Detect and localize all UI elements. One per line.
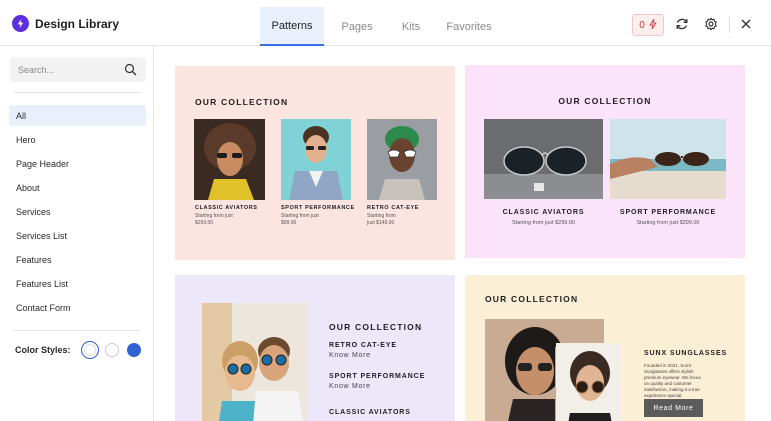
product-name: CLASSIC AVIATORS	[502, 209, 585, 216]
product-image	[367, 119, 437, 200]
color-swatch-white[interactable]	[105, 343, 119, 357]
price-label: Starting from just	[195, 213, 233, 219]
card-heading: OUR COLLECTION	[485, 294, 579, 304]
price-label: Starting from just	[281, 213, 319, 219]
brand: Design Library	[12, 15, 119, 32]
product-price: Starting from just $99.00	[281, 213, 319, 227]
product-image	[202, 303, 308, 421]
read-more-button[interactable]: Read More	[644, 399, 703, 417]
tab-favorites[interactable]: Favorites	[438, 7, 500, 46]
pattern-card[interactable]: OUR COLLECTION SUNX SUNGLASSES Founded i…	[465, 275, 745, 421]
gear-icon[interactable]	[703, 16, 719, 32]
tab-pages[interactable]: Pages	[330, 7, 384, 46]
price-value: just $149.00	[367, 220, 395, 226]
refresh-icon[interactable]	[674, 16, 690, 32]
know-more-link[interactable]: Know More	[329, 383, 371, 390]
tab-bar: Patterns Pages Kits Favorites	[260, 7, 500, 46]
item-title: CLASSIC AVIATORS	[329, 409, 411, 416]
pattern-card[interactable]: OUR COLLECTION CLASSIC AVIATORS Starting…	[175, 66, 455, 260]
credits-badge[interactable]: 0	[632, 14, 664, 36]
item-title: SPORT PERFORMANCE	[329, 373, 426, 380]
product-price: Starting from just $299.00	[195, 213, 233, 227]
color-swatch-default[interactable]	[81, 341, 99, 359]
category-contact-form[interactable]: Contact Form	[9, 297, 146, 318]
product-title: SUNX SUNGLASSES	[644, 350, 728, 357]
category-list: All Hero Page Header About Services Serv…	[9, 105, 146, 321]
item-title: RETRO CAT-EYE	[329, 342, 397, 349]
header-divider	[729, 17, 730, 33]
category-services-list[interactable]: Services List	[9, 225, 146, 246]
category-services[interactable]: Services	[9, 201, 146, 222]
product-price: Starting from just $149.00	[367, 213, 396, 227]
design-library-logo-icon	[12, 15, 29, 32]
pattern-card[interactable]: OUR COLLECTION CLASSIC AVIATORS Starting…	[465, 65, 745, 258]
category-all[interactable]: All	[9, 105, 146, 126]
sidebar-divider	[14, 330, 140, 331]
product-image	[484, 119, 603, 199]
product-description: Founded in 2021, SunX Sunglasses offers …	[644, 363, 701, 398]
app-title: Design Library	[35, 16, 120, 31]
product-image	[610, 119, 726, 199]
card-heading: OUR COLLECTION	[195, 97, 289, 107]
category-features-list[interactable]: Features List	[9, 273, 146, 294]
tab-patterns[interactable]: Patterns	[260, 7, 324, 46]
product-image	[194, 119, 265, 200]
product-price: Starting from just $299.00	[512, 220, 575, 226]
price-value: $99.00	[281, 220, 297, 226]
search-icon[interactable]	[124, 63, 137, 76]
product-name: SPORT PERFORMANCE	[281, 205, 355, 211]
category-page-header[interactable]: Page Header	[9, 153, 146, 174]
sidebar-divider	[14, 92, 140, 93]
product-image	[281, 119, 351, 200]
color-styles-label: Color Styles:	[15, 345, 71, 355]
category-about[interactable]: About	[9, 177, 146, 198]
price-value: $299.00	[195, 220, 214, 226]
product-image	[556, 343, 622, 421]
pattern-card[interactable]: OUR COLLECTION RETRO CAT-EYE Know More S…	[175, 275, 455, 421]
tab-kits[interactable]: Kits	[390, 7, 432, 46]
category-features[interactable]: Features	[9, 249, 146, 270]
credits-count: 0	[639, 19, 645, 31]
product-name: SPORT PERFORMANCE	[619, 209, 717, 216]
color-swatch-blue[interactable]	[127, 343, 141, 357]
top-bar: Design Library Patterns Pages Kits Favor…	[0, 0, 771, 46]
card-heading: OUR COLLECTION	[329, 322, 423, 332]
bolt-icon	[648, 18, 657, 32]
product-price: Starting from just $399.00	[636, 220, 700, 226]
know-more-link[interactable]: Know More	[329, 352, 371, 359]
pattern-grid: OUR COLLECTION CLASSIC AVIATORS Starting…	[155, 46, 771, 421]
price-label: Starting from	[367, 213, 396, 219]
close-icon[interactable]	[738, 16, 754, 32]
category-hero[interactable]: Hero	[9, 129, 146, 150]
card-heading: OUR COLLECTION	[558, 96, 652, 106]
sidebar: All Hero Page Header About Services Serv…	[0, 46, 154, 421]
product-name: CLASSIC AVIATORS	[195, 205, 258, 211]
product-name: RETRO CAT-EYE	[367, 205, 420, 211]
